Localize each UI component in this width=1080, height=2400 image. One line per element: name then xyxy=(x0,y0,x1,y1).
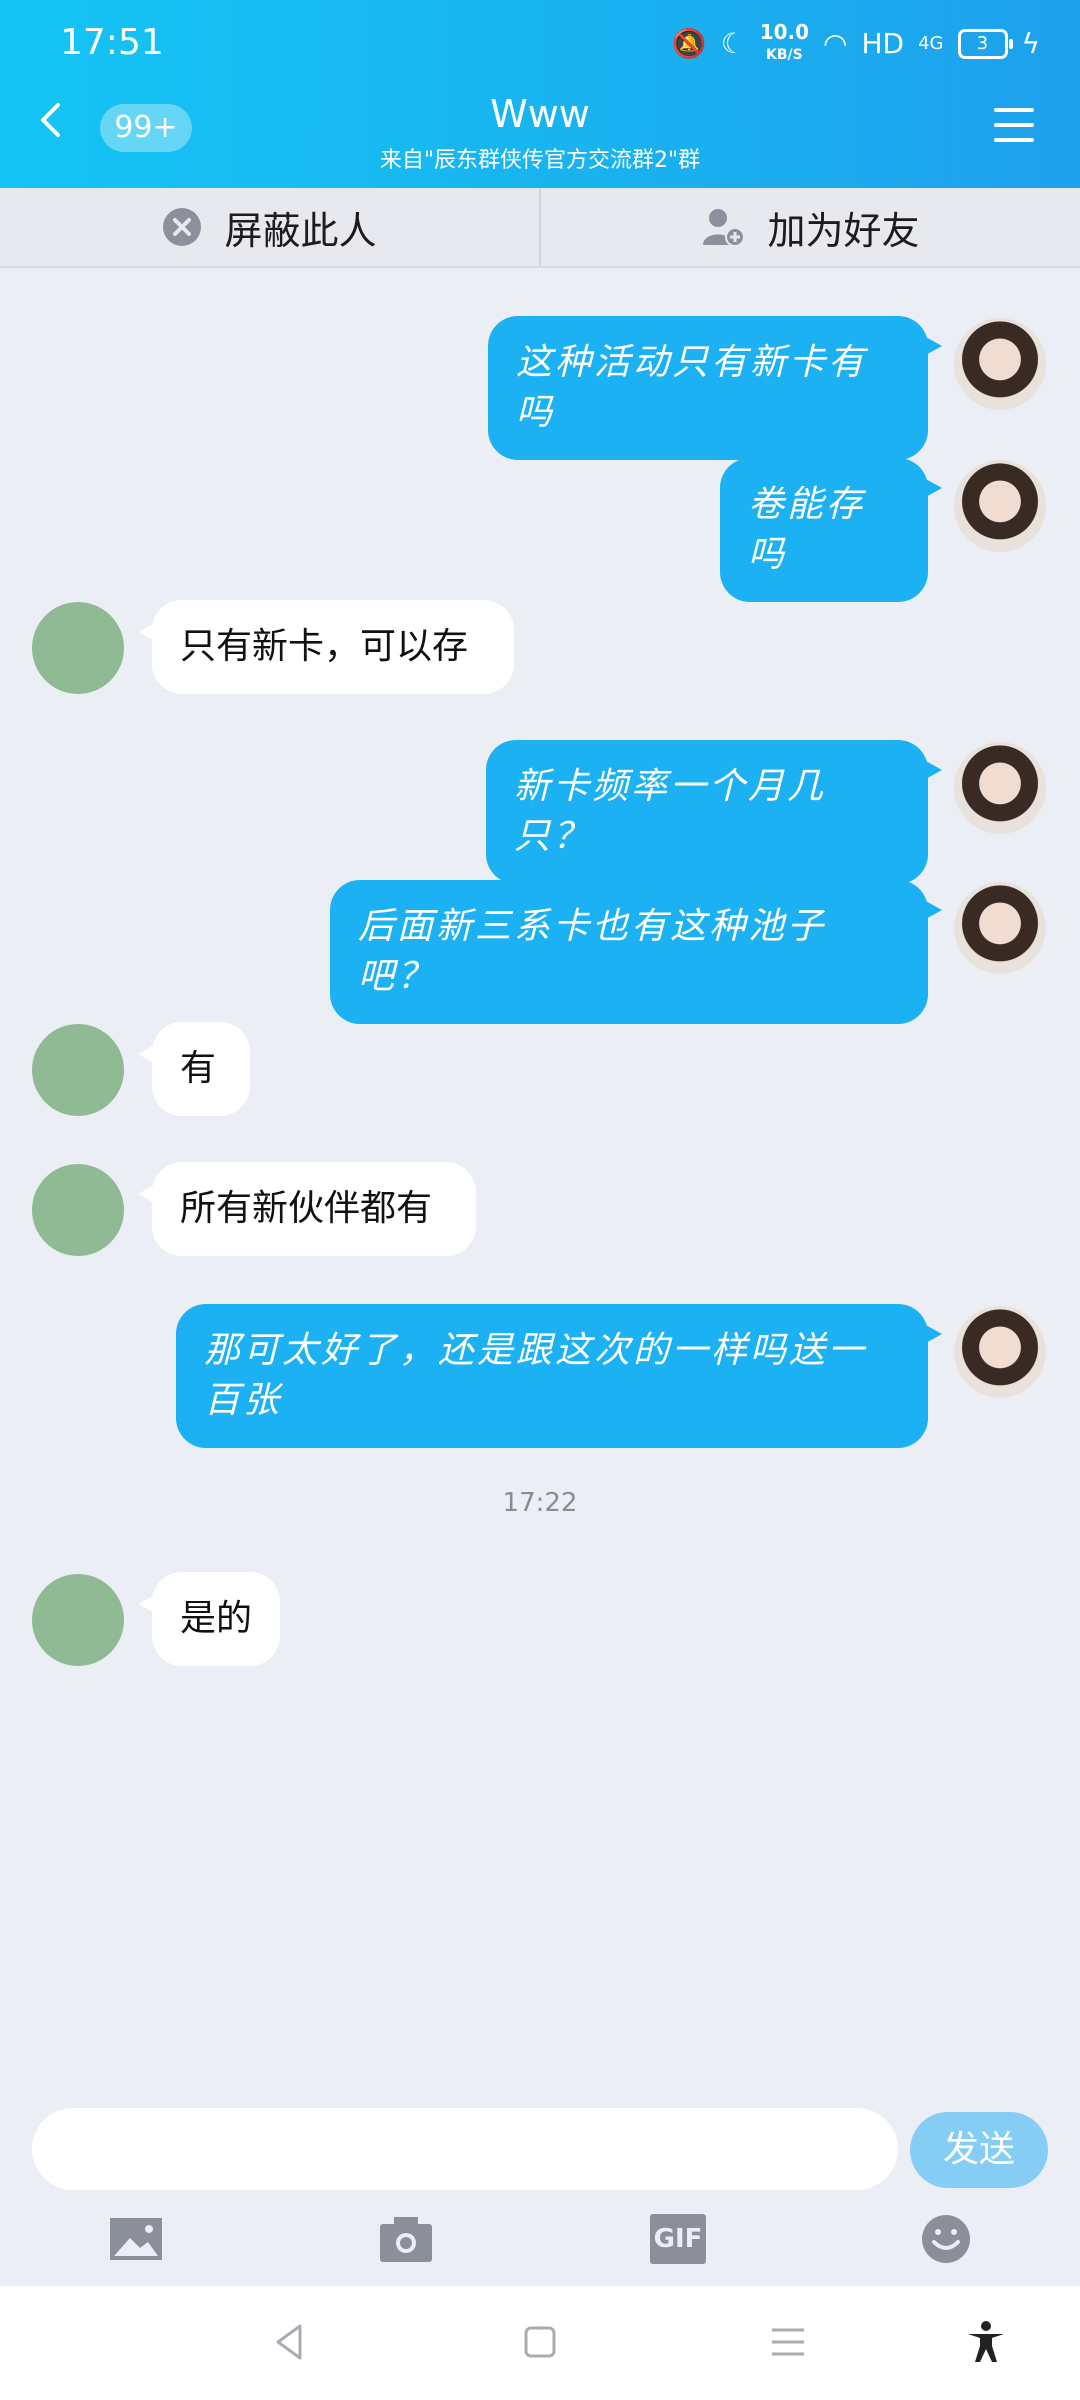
send-button[interactable]: 发送 xyxy=(910,2112,1048,2188)
my-message-bubble[interactable]: 新卡频率一个月几只？ xyxy=(486,740,942,884)
chat-subtitle: 来自"辰东群侠传官方交流群2"群 xyxy=(379,148,701,173)
nav-back-icon[interactable] xyxy=(268,2320,312,2364)
composer: 发送 xyxy=(0,2106,1080,2200)
signal-label: 4G xyxy=(918,33,944,54)
add-friend-label: 加为好友 xyxy=(767,208,920,253)
add-friend-button[interactable]: 加为好友 xyxy=(541,188,1080,266)
add-friend-icon xyxy=(703,209,746,247)
message-timestamp: 17:22 xyxy=(502,1488,578,1518)
contact-message-bubble[interactable]: 有 xyxy=(138,1022,250,1116)
battery-icon: 3 xyxy=(957,28,1013,59)
my-message-bubble[interactable]: 卷能存吗 xyxy=(720,458,942,602)
camera-icon[interactable] xyxy=(378,2214,434,2264)
contact-message-bubble[interactable]: 所有新伙伴都有 xyxy=(138,1162,476,1256)
net-speed: 10.0 KB/S xyxy=(759,20,810,63)
charging-icon: ϟ xyxy=(1021,27,1040,60)
menu-icon[interactable] xyxy=(994,108,1034,142)
accessibility-icon[interactable] xyxy=(964,2320,1008,2364)
gif-button[interactable]: GIF xyxy=(650,2214,706,2264)
nav-recents-icon[interactable] xyxy=(766,2320,810,2364)
image-icon[interactable] xyxy=(108,2214,164,2264)
contact-message-bubble[interactable]: 是的 xyxy=(138,1572,280,1666)
action-bar: 屏蔽此人 加为好友 xyxy=(0,188,1080,268)
mute-icon: 🔕 xyxy=(671,27,707,60)
block-icon xyxy=(163,208,202,246)
chat-header: 17:51 🔕 ☾ 10.0 KB/S ◠ HD 4G 3 ϟ 99+ Www … xyxy=(0,0,1080,188)
my-message-bubble[interactable]: 后面新三系卡也有这种池子吧？ xyxy=(330,880,942,1024)
moon-icon: ☾ xyxy=(720,27,746,60)
nav-home-icon[interactable] xyxy=(518,2320,562,2364)
my-avatar[interactable] xyxy=(954,318,1046,410)
status-icons: 🔕 ☾ 10.0 KB/S ◠ HD 4G 3 ϟ xyxy=(672,22,1040,65)
status-time: 17:51 xyxy=(60,22,164,63)
message-list[interactable]: 这种活动只有新卡有吗 卷能存吗 只有新卡，可以存 新卡频率一个月几只？ 后面新三… xyxy=(0,266,1080,2106)
block-label: 屏蔽此人 xyxy=(224,208,377,253)
my-avatar[interactable] xyxy=(954,882,1046,974)
contact-avatar[interactable] xyxy=(32,602,124,694)
toolbar: GIF xyxy=(0,2204,1080,2284)
chat-title: Www xyxy=(490,92,590,136)
my-message-bubble[interactable]: 这种活动只有新卡有吗 xyxy=(488,316,942,460)
contact-avatar[interactable] xyxy=(32,1024,124,1116)
block-user-button[interactable]: 屏蔽此人 xyxy=(0,188,541,266)
my-message-bubble[interactable]: 那可太好了，还是跟这次的一样吗送一百张 xyxy=(176,1304,942,1448)
hd-label: HD xyxy=(861,27,905,60)
contact-message-bubble[interactable]: 只有新卡，可以存 xyxy=(138,600,514,694)
message-input[interactable] xyxy=(32,2108,898,2190)
system-nav-bar xyxy=(0,2286,1080,2400)
my-avatar[interactable] xyxy=(954,742,1046,834)
my-avatar[interactable] xyxy=(954,460,1046,552)
my-avatar[interactable] xyxy=(954,1306,1046,1398)
contact-avatar[interactable] xyxy=(32,1164,124,1256)
contact-avatar[interactable] xyxy=(32,1574,124,1666)
wifi-icon: ◠ xyxy=(823,27,848,60)
emoji-icon[interactable] xyxy=(918,2214,974,2264)
